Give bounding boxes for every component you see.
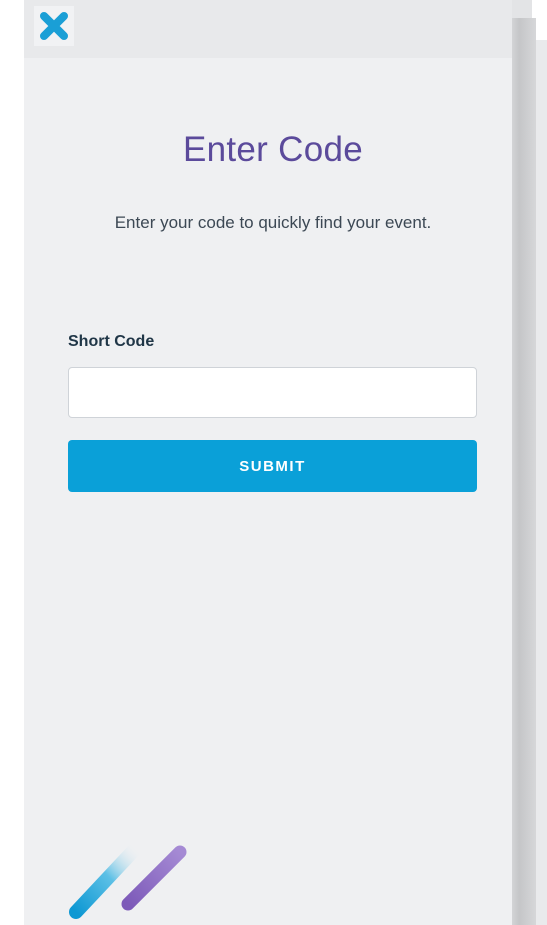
short-code-label: Short Code	[68, 333, 155, 350]
submit-button[interactable]: SUBMIT	[68, 440, 477, 492]
scrollbar-edge	[536, 40, 547, 925]
enter-code-screen: Enter Code Enter your code to quickly fi…	[0, 0, 547, 925]
page-title: Enter Code	[182, 130, 364, 169]
short-code-input[interactable]	[68, 367, 477, 418]
brand-stripes-logo	[69, 841, 187, 919]
page-subtitle: Enter your code to quickly find your eve…	[114, 213, 432, 232]
close-icon	[40, 12, 68, 40]
modal-header	[24, 0, 512, 58]
close-button[interactable]	[34, 6, 74, 46]
